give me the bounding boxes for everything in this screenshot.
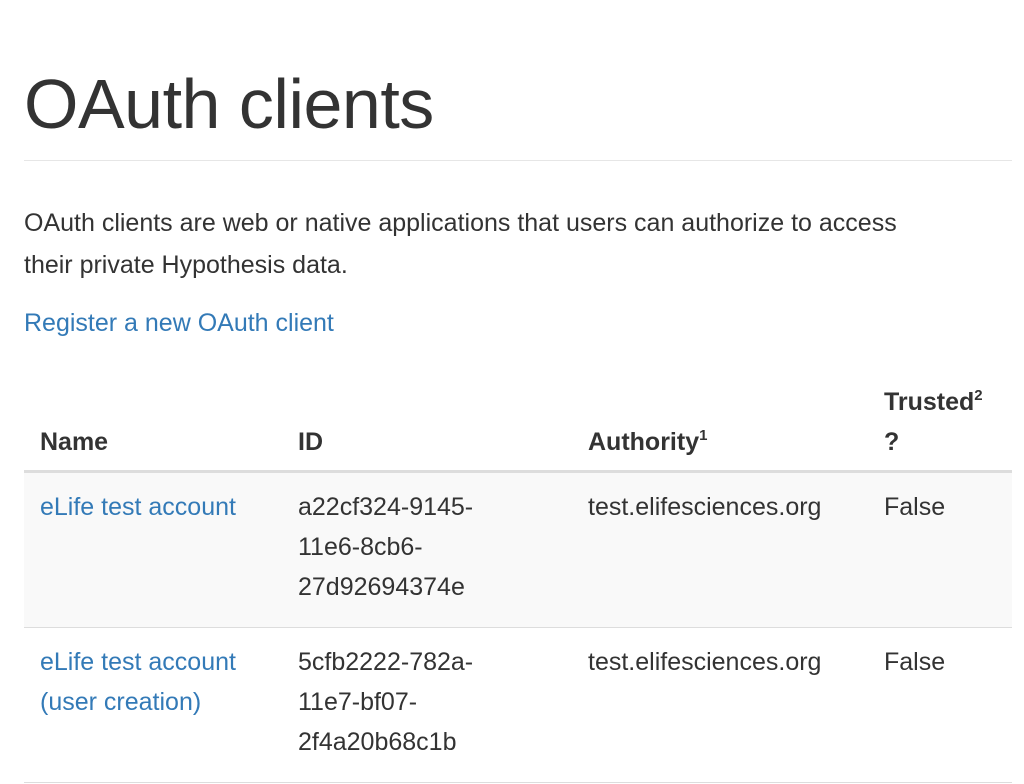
client-name-cell: eLife test account (user creation) (24, 627, 282, 783)
client-name-link[interactable]: eLife test account (user creation) (40, 642, 282, 722)
client-authority-cell: test.elifesciences.org (572, 627, 868, 783)
client-id-line: 11e6-8cb6- (298, 533, 423, 561)
table-header-row: Name ID Authority1 Trusted2? (24, 368, 1012, 473)
title-divider (24, 160, 1012, 161)
client-id-line: 11e7-bf07- (298, 688, 418, 716)
table-row: eLife test account (user creation) 5cfb2… (24, 627, 1012, 783)
client-id-line: 5cfb2222-782a- (298, 648, 474, 676)
client-name-line: (user creation) (40, 688, 202, 716)
intro-text: OAuth clients are web or native applicat… (24, 202, 1024, 286)
intro-line-1: OAuth clients are web or native applicat… (24, 209, 897, 237)
client-name-link[interactable]: eLife test account (40, 493, 236, 521)
client-id-line: a22cf324-9145- (298, 493, 474, 521)
oauth-clients-table: Name ID Authority1 Trusted2? eLife test … (24, 368, 1012, 783)
oauth-clients-page: OAuth clients OAuth clients are web or n… (0, 0, 1024, 784)
client-authority-cell: test.elifesciences.org (572, 471, 868, 628)
header-id: ID (282, 368, 572, 473)
client-name-line: eLife test account (40, 648, 236, 676)
header-authority: Authority1 (572, 368, 868, 473)
header-name: Name (24, 368, 282, 473)
client-name-cell: eLife test account (24, 471, 282, 628)
table-row: eLife test account a22cf324-9145- 11e6-8… (24, 471, 1012, 628)
register-client-link[interactable]: Register a new OAuth client (24, 303, 334, 343)
intro-line-2: their private Hypothesis data. (24, 251, 348, 279)
header-trusted: Trusted2? (868, 368, 1012, 473)
client-trusted-cell: False (868, 627, 1012, 783)
page-title: OAuth clients (24, 65, 434, 143)
client-id-line: 2f4a20b68c1b (298, 728, 457, 756)
authority-footnote-marker: 1 (699, 427, 708, 444)
client-id-cell: 5cfb2222-782a- 11e7-bf07- 2f4a20b68c1b (282, 627, 572, 783)
client-id-line: 27d92694374e (298, 573, 465, 601)
trusted-footnote-marker: 2 (974, 387, 983, 404)
client-id-cell: a22cf324-9145- 11e6-8cb6- 27d92694374e (282, 471, 572, 628)
client-trusted-cell: False (868, 471, 1012, 628)
